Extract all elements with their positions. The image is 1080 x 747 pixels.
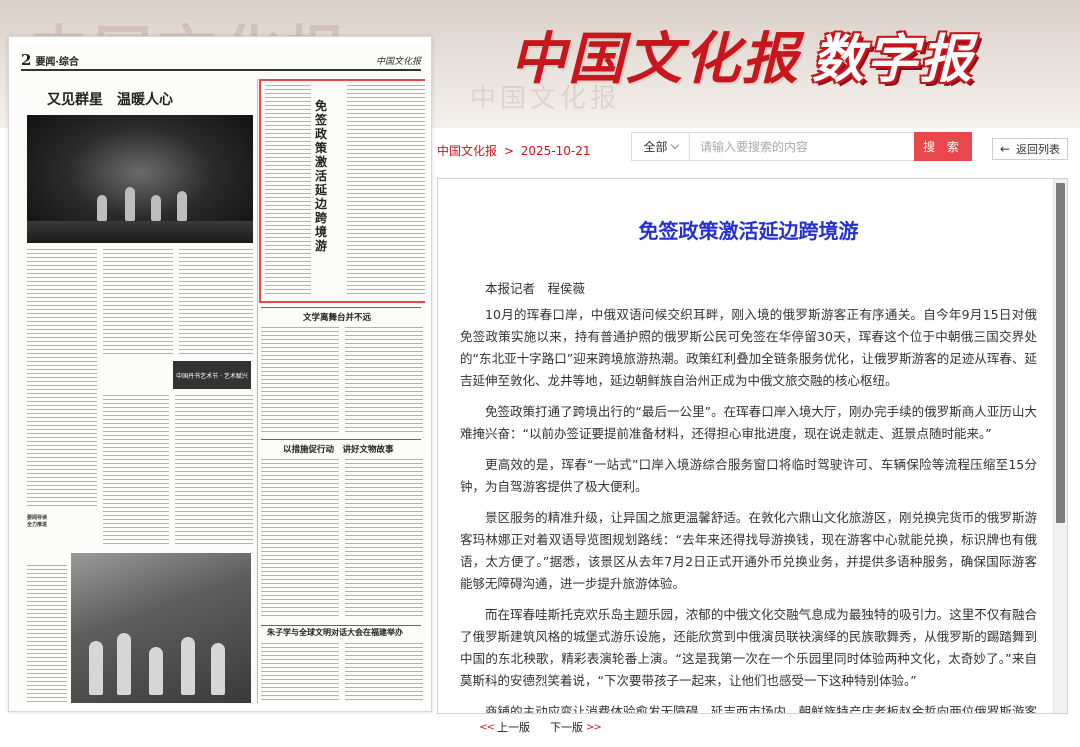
article-paragraph: 商铺的主动应变让消费体验愈发无障碍。延吉西市场内，朝鲜族特产店老板赵金哲向两位俄… <box>485 704 1037 713</box>
article-column <box>261 459 339 619</box>
headline-fourth[interactable]: 朱子学与全球文明对话大会在福建举办 <box>267 627 403 638</box>
page-navigation: << 上一版 下一版 >> <box>0 718 1080 736</box>
article-column <box>345 643 423 703</box>
article-column <box>345 459 423 619</box>
column-divider <box>257 79 258 703</box>
search-bar: 全部 搜 索 <box>631 132 972 161</box>
article-column <box>103 249 173 355</box>
back-to-list-button[interactable]: ← 返回列表 <box>992 138 1068 160</box>
search-button[interactable]: 搜 索 <box>914 132 972 161</box>
page-masthead: 中国文化报 <box>375 56 421 67</box>
double-chevron-right-icon: >> <box>586 721 602 733</box>
article-column <box>27 249 97 509</box>
stage-photo[interactable] <box>27 115 253 243</box>
article-author: 本报记者 程侯薇 <box>485 281 586 296</box>
article-title: 免签政策激活延边跨境游 <box>638 219 859 243</box>
search-scope-value: 全部 <box>643 140 668 154</box>
newspaper-page-viewer[interactable]: 2 要闻·综合 中国文化报 又见群星 温暖人心 中国丹书艺术节 · 艺术赋兴 要… <box>8 36 432 712</box>
festival-photo[interactable] <box>71 553 251 703</box>
breadcrumb-separator: > <box>503 144 514 158</box>
breadcrumb: 中国文化报 > 2025-10-21 <box>437 142 590 159</box>
article-column <box>261 643 339 703</box>
breadcrumb-date-link[interactable]: 2025-10-21 <box>521 144 591 158</box>
headline-second[interactable]: 文学离舞台并不远 <box>303 311 371 323</box>
article-column <box>345 327 423 435</box>
logo-suffix: 数字报 <box>812 29 975 90</box>
article-paragraph: 而在珲春哇斯托克欢乐岛主题乐园，浓郁的中俄文化交融气息成为最独特的吸引力。这里不… <box>460 607 1037 688</box>
page-number: 2 <box>21 51 32 69</box>
scrollbar-thumb[interactable] <box>1056 183 1065 523</box>
back-to-list-label: 返回列表 <box>1016 143 1061 156</box>
festival-badge: 中国丹书艺术节 · 艺术赋兴 <box>173 361 251 389</box>
search-input[interactable] <box>690 133 914 160</box>
sidebar-note: 要闻导读 全力推进 <box>27 515 48 528</box>
double-chevron-left-icon: << <box>479 721 495 733</box>
chevron-down-icon <box>670 140 679 149</box>
site-logo[interactable]: 中国文化报 数字报 <box>510 14 974 94</box>
arrow-left-icon: ← <box>999 142 1011 156</box>
article-column <box>103 395 169 545</box>
breadcrumb-home-link[interactable]: 中国文化报 <box>437 144 497 158</box>
article-column <box>179 249 253 355</box>
article-column <box>27 565 67 703</box>
article-scrollbar[interactable] <box>1053 179 1067 713</box>
newspaper-page-image[interactable]: 2 要闻·综合 中国文化报 又见群星 温暖人心 中国丹书艺术节 · 艺术赋兴 要… <box>17 45 425 705</box>
page-header: 2 要闻·综合 中国文化报 <box>21 51 421 71</box>
next-page-link[interactable]: 下一版 <box>550 719 583 735</box>
article-paragraph: 更高效的是，珲春“一站式”口岸入境游综合服务窗口将临时驾驶许可、车辆保险等流程压… <box>460 457 1037 494</box>
highlighted-article-box[interactable] <box>259 79 425 303</box>
article-panel: 免签政策激活延边跨境游 本报记者 程侯薇 10月的珲春口岸，中俄双语问候交织耳畔… <box>437 178 1068 714</box>
headline-third[interactable]: 以措施促行动 讲好文物故事 <box>283 443 394 455</box>
previous-page-link[interactable]: 上一版 <box>497 719 530 735</box>
rule <box>261 625 421 626</box>
page-section: 要闻·综合 <box>35 56 79 68</box>
rule <box>261 439 421 440</box>
logo-newspaper-name: 中国文化报 <box>510 25 800 92</box>
article-paragraph: 免签政策打通了跨境出行的“最后一公里”。在珲春口岸入境大厅，刚办完手续的俄罗斯商… <box>460 404 1037 441</box>
article-paragraph: 10月的珲春口岸，中俄双语问候交织耳畔，刚入境的俄罗斯游客正有序通关。自今年9月… <box>460 307 1037 388</box>
article-column <box>261 327 339 435</box>
article-paragraph: 景区服务的精准升级，让异国之旅更温馨舒适。在敦化六鼎山文化旅游区，刚兑换完货币的… <box>460 510 1037 591</box>
article-content[interactable]: 免签政策激活延边跨境游 本报记者 程侯薇 10月的珲春口岸，中俄双语问候交织耳畔… <box>438 179 1055 713</box>
rule <box>261 307 421 308</box>
article-column <box>175 395 253 545</box>
headline-main[interactable]: 又见群星 温暖人心 <box>47 89 173 109</box>
search-scope-select[interactable]: 全部 <box>632 133 690 160</box>
